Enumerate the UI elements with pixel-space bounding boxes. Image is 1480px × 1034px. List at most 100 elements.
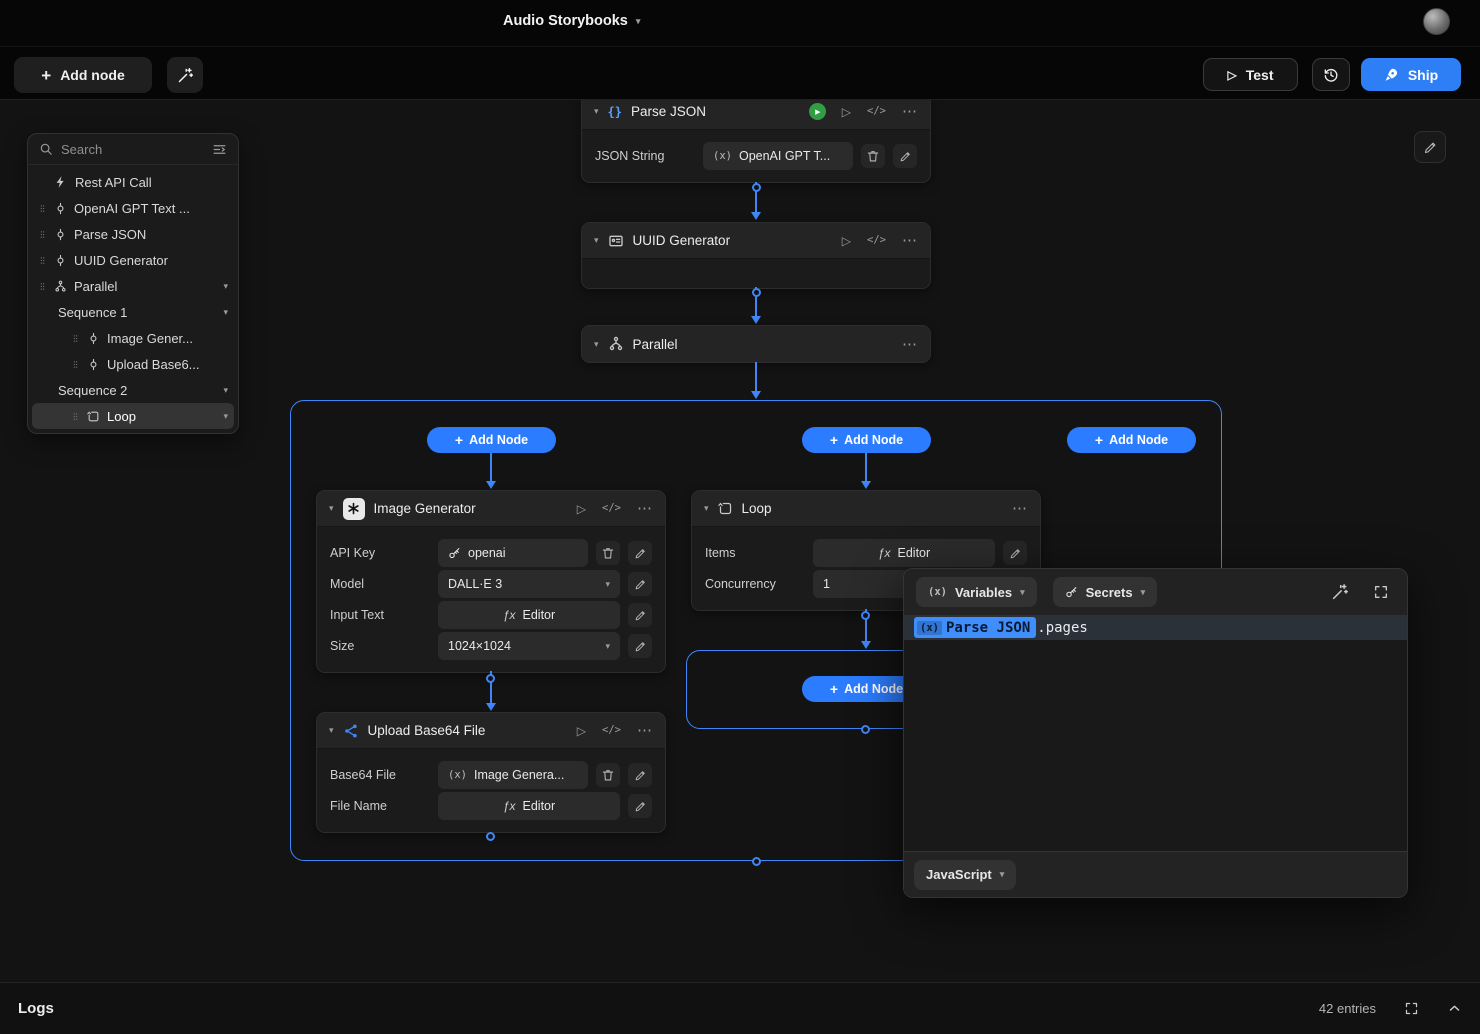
run-node-icon[interactable]: ▷: [577, 503, 586, 515]
edit-button[interactable]: [628, 572, 652, 596]
grip-icon[interactable]: [38, 280, 47, 293]
ai-wand-toolbar-button[interactable]: [167, 57, 203, 93]
code-icon[interactable]: </>: [602, 725, 621, 736]
ship-button[interactable]: Ship: [1361, 58, 1461, 91]
sidebar-item-sequence-1[interactable]: Sequence 1 ▾: [32, 299, 234, 325]
variable-chip[interactable]: (x) OpenAI GPT T...: [703, 142, 853, 170]
connection-port[interactable]: [752, 288, 761, 297]
sidebar-item-upload-base64[interactable]: Upload Base6...: [32, 351, 234, 377]
image-generator-node-header[interactable]: ▾ Image Generator ▷ </> ⋯: [317, 491, 665, 527]
ai-generate-button[interactable]: [1331, 583, 1349, 601]
secrets-dropdown[interactable]: Secrets ▾: [1053, 577, 1158, 607]
chevron-down-icon[interactable]: ▾: [223, 386, 228, 395]
edit-button[interactable]: [628, 763, 652, 787]
sidebar-item-image-generator[interactable]: Image Gener...: [32, 325, 234, 351]
add-node-button[interactable]: +Add Node: [1067, 427, 1196, 453]
more-options-icon[interactable]: ⋯: [637, 723, 653, 738]
expand-editor-button[interactable]: [1373, 584, 1389, 600]
sidebar-item-loop[interactable]: Loop ▾: [32, 403, 234, 429]
grip-icon[interactable]: [38, 202, 47, 215]
collapse-list-icon[interactable]: [212, 142, 227, 157]
uuid-node-header[interactable]: ▾ UUID Generator ▷ </> ⋯: [582, 223, 930, 259]
test-button[interactable]: ▷ Test: [1203, 58, 1298, 91]
sidebar-item-parse-json[interactable]: Parse JSON: [32, 221, 234, 247]
connection-port[interactable]: [752, 857, 761, 866]
variable-chip[interactable]: (x) Image Genera...: [438, 761, 588, 789]
collapse-chevron-icon[interactable]: ▾: [704, 504, 709, 513]
language-dropdown[interactable]: JavaScript ▾: [914, 860, 1016, 890]
edit-button[interactable]: [628, 634, 652, 658]
connection-port[interactable]: [486, 674, 495, 683]
code-icon[interactable]: </>: [602, 503, 621, 514]
grip-icon[interactable]: [71, 332, 80, 345]
connection-port[interactable]: [861, 725, 870, 734]
run-node-icon[interactable]: ▷: [842, 235, 851, 247]
code-editor[interactable]: (x) Parse JSON .pages: [904, 615, 1407, 851]
sidebar-item-sequence-2[interactable]: Sequence 2 ▾: [32, 377, 234, 403]
image-generator-node[interactable]: ▾ Image Generator ▷ </> ⋯ API Key openai…: [316, 490, 666, 673]
grip-icon[interactable]: [71, 410, 80, 423]
sidebar-item-openai-gpt[interactable]: OpenAI GPT Text ...: [32, 195, 234, 221]
open-logs-button[interactable]: [1447, 1001, 1462, 1016]
logs-bar[interactable]: Logs 42 entries: [0, 982, 1480, 1034]
more-options-icon[interactable]: ⋯: [902, 104, 918, 119]
parallel-node[interactable]: ▾ Parallel ⋯: [581, 325, 931, 363]
avatar[interactable]: [1423, 8, 1450, 35]
sidebar-item-rest-api-call[interactable]: Rest API Call: [32, 169, 234, 195]
upload-base64-node-header[interactable]: ▾ Upload Base64 File ▷ </> ⋯: [317, 713, 665, 749]
upload-base64-node[interactable]: ▾ Upload Base64 File ▷ </> ⋯ Base64 File…: [316, 712, 666, 833]
code-line[interactable]: (x) Parse JSON .pages: [904, 615, 1407, 640]
collapse-chevron-icon[interactable]: ▾: [329, 726, 334, 735]
items-editor-button[interactable]: ƒx Editor: [813, 539, 995, 567]
more-options-icon[interactable]: ⋯: [902, 337, 918, 352]
history-button[interactable]: [1312, 58, 1350, 91]
delete-button[interactable]: [596, 541, 620, 565]
expand-logs-button[interactable]: [1404, 1001, 1419, 1016]
more-options-icon[interactable]: ⋯: [637, 501, 653, 516]
uuid-generator-node[interactable]: ▾ UUID Generator ▷ </> ⋯: [581, 222, 931, 289]
variable-chip[interactable]: (x) Parse JSON: [914, 617, 1036, 638]
collapse-chevron-icon[interactable]: ▾: [594, 236, 599, 245]
grip-icon[interactable]: [71, 358, 80, 371]
parse-json-node[interactable]: ▾ {} Parse JSON ▶ ▷ </> ⋯ JSON String (x…: [581, 93, 931, 183]
run-node-icon[interactable]: ▷: [577, 725, 586, 737]
workflow-title-dropdown[interactable]: Audio Storybooks ▾: [503, 13, 640, 29]
file-name-editor-button[interactable]: ƒx Editor: [438, 792, 620, 820]
more-options-icon[interactable]: ⋯: [1012, 501, 1028, 516]
variables-dropdown[interactable]: (x) Variables ▾: [916, 577, 1037, 607]
code-icon[interactable]: </>: [867, 235, 886, 246]
edit-button[interactable]: [628, 541, 652, 565]
code-icon[interactable]: </>: [867, 106, 886, 117]
add-node-button[interactable]: +Add Node: [427, 427, 556, 453]
model-select[interactable]: DALL·E 3 ▾: [438, 570, 620, 598]
edit-button[interactable]: [893, 144, 917, 168]
sidebar-item-uuid-generator[interactable]: UUID Generator: [32, 247, 234, 273]
more-options-icon[interactable]: ⋯: [902, 233, 918, 248]
api-key-control[interactable]: openai: [438, 539, 588, 567]
delete-button[interactable]: [861, 144, 885, 168]
connection-port[interactable]: [861, 611, 870, 620]
grip-icon[interactable]: [38, 254, 47, 267]
run-node-icon[interactable]: ▷: [842, 106, 851, 118]
collapse-chevron-icon[interactable]: ▾: [594, 340, 599, 349]
grip-icon[interactable]: [38, 228, 47, 241]
add-node-button[interactable]: +Add Node: [802, 427, 931, 453]
edit-button[interactable]: [628, 794, 652, 818]
connection-port[interactable]: [752, 183, 761, 192]
chevron-down-icon[interactable]: ▾: [223, 308, 228, 317]
run-status-icon[interactable]: ▶: [809, 103, 826, 120]
edit-button[interactable]: [1003, 541, 1027, 565]
connection-port[interactable]: [486, 832, 495, 841]
add-node-toolbar-button[interactable]: + Add node: [14, 57, 152, 93]
chevron-down-icon[interactable]: ▾: [223, 282, 228, 291]
input-text-editor-button[interactable]: ƒx Editor: [438, 601, 620, 629]
annotate-pen-button[interactable]: [1414, 131, 1446, 163]
delete-button[interactable]: [596, 763, 620, 787]
collapse-chevron-icon[interactable]: ▾: [594, 107, 599, 116]
loop-node-header[interactable]: ▾ Loop ⋯: [692, 491, 1040, 527]
size-select[interactable]: 1024×1024 ▾: [438, 632, 620, 660]
search-input[interactable]: [61, 142, 204, 157]
edit-button[interactable]: [628, 603, 652, 627]
parallel-node-header[interactable]: ▾ Parallel ⋯: [582, 326, 930, 362]
sidebar-item-parallel[interactable]: Parallel ▾: [32, 273, 234, 299]
